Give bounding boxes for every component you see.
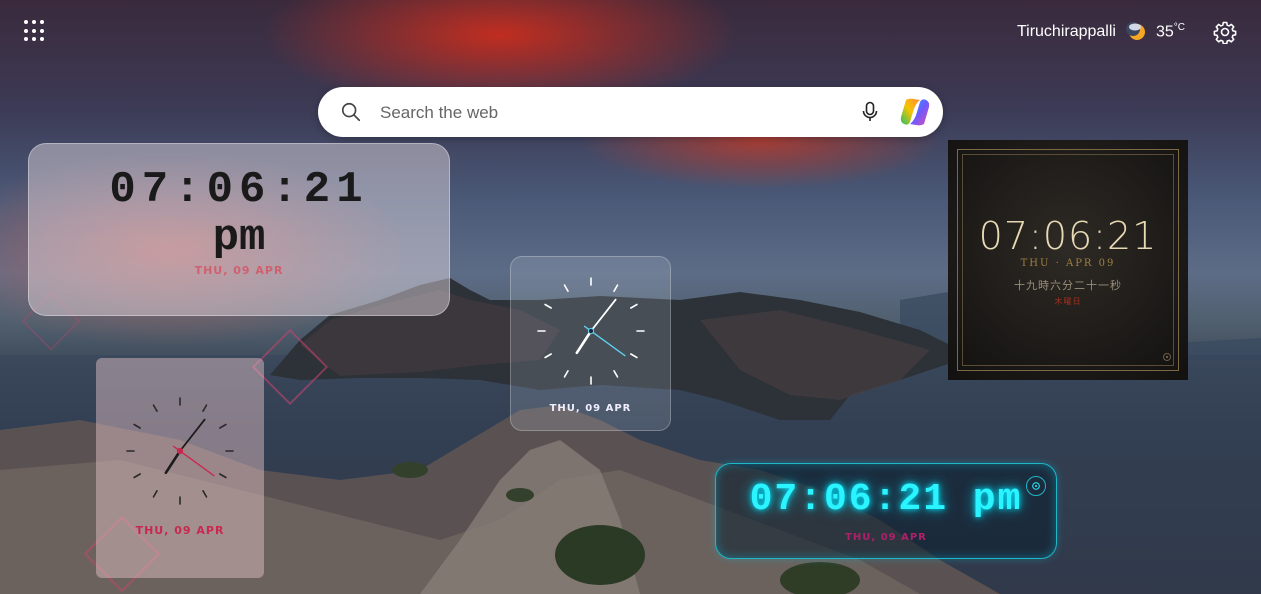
search-box[interactable] <box>318 87 943 137</box>
clock-tick <box>152 404 158 412</box>
clock-time: 07:06:21 pm <box>749 478 1023 521</box>
clock-tick <box>563 284 569 292</box>
pink-analog-clock-widget[interactable]: THU, 09 APR <box>96 358 264 578</box>
glass-digital-clock-widget[interactable]: 07:06:21 pm THU, 09 APR <box>28 143 450 316</box>
clock-tick <box>202 490 208 498</box>
clock-tick <box>152 490 158 498</box>
clock-tick <box>613 284 619 292</box>
clock-time: 07:06:21 <box>978 214 1158 258</box>
weather-widget[interactable]: Tiruchirappalli 35°C <box>1017 18 1185 46</box>
copilot-icon[interactable] <box>898 96 932 128</box>
glass-analog-clock-widget[interactable]: THU, 09 APR <box>510 256 671 431</box>
location-label: Tiruchirappalli <box>1016 23 1116 40</box>
clock-time: 07:06:21 <box>109 165 369 215</box>
clock-tick <box>219 473 227 479</box>
hour-hand <box>164 449 182 475</box>
clock-center <box>587 327 595 335</box>
clock-tick <box>544 303 552 309</box>
clock-date: THU, 09 APR <box>845 532 927 543</box>
clock-tick <box>630 303 638 309</box>
clock-tick <box>563 370 569 378</box>
hour-hand <box>575 329 593 355</box>
chinese-day-text: 木曜日 <box>1054 297 1082 306</box>
gear-icon[interactable] <box>1213 20 1237 44</box>
microphone-icon[interactable] <box>858 100 882 124</box>
gear-icon[interactable] <box>1026 476 1046 496</box>
apps-grid-icon[interactable] <box>24 20 46 42</box>
neon-digital-clock-widget[interactable]: 07:06:21 pm THU, 09 APR <box>715 463 1057 559</box>
gold-classic-clock-widget[interactable]: 07:06:21 THU · APR 09 十九時六分二十一秒 木曜日 <box>948 140 1188 380</box>
clock-date: THU, 09 APR <box>549 403 632 414</box>
new-tab-page: Tiruchirappalli 35°C Search the web 07:0… <box>0 0 1261 594</box>
clock-ampm: pm <box>212 213 266 263</box>
temperature: 35°C <box>1155 22 1185 41</box>
search-icon <box>341 102 361 122</box>
moon-cloud-icon <box>1125 22 1145 40</box>
clock-tick <box>133 423 141 429</box>
clock-date: THU · APR 09 <box>1020 258 1116 269</box>
clock-center <box>176 447 184 455</box>
clock-tick <box>202 404 208 412</box>
clock-date: THU, 09 APR <box>194 264 284 277</box>
clock-tick <box>544 353 552 359</box>
minute-hand <box>590 298 617 332</box>
clock-date: THU, 09 APR <box>135 524 225 537</box>
analog-clock-face <box>537 277 645 385</box>
minute-hand <box>179 418 206 452</box>
chinese-time-text: 十九時六分二十一秒 <box>1014 279 1122 292</box>
clock-tick <box>613 370 619 378</box>
clock-tick <box>219 423 227 429</box>
analog-clock-face <box>126 397 234 505</box>
clock-tick <box>133 473 141 479</box>
gear-icon[interactable] <box>1162 352 1172 362</box>
clock-tick <box>630 353 638 359</box>
search-input[interactable] <box>378 99 842 127</box>
